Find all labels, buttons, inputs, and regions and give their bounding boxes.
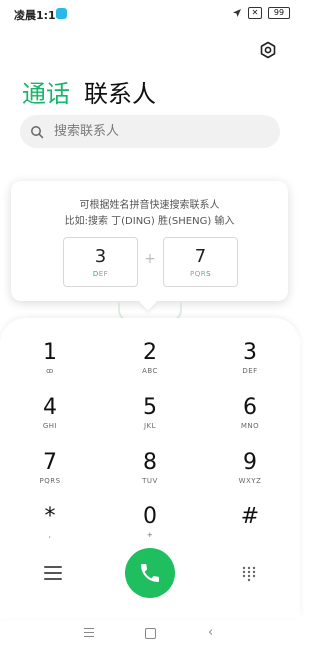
status-bar: 凌晨1:14 ✕ 99 (0, 0, 300, 28)
dialpad-icon[interactable] (241, 566, 257, 582)
dial-key-letters: DEF (242, 367, 258, 375)
system-nav-bar: ‹ (0, 620, 300, 650)
dial-key-star[interactable]: * , (20, 504, 80, 550)
search-bar[interactable] (20, 115, 280, 148)
recents-icon[interactable] (84, 628, 94, 638)
phone-icon (141, 564, 159, 582)
voicemail-icon: ꝏ (46, 367, 54, 375)
dial-key-digit: 3 (243, 340, 257, 365)
dial-key-letters: TUV (142, 477, 158, 485)
dial-key-digit: 1 (43, 340, 57, 365)
dial-key-1[interactable]: 1 ꝏ (20, 340, 80, 386)
home-icon[interactable] (145, 628, 156, 639)
search-input[interactable] (52, 123, 266, 140)
dial-key-digit: # (240, 504, 260, 529)
call-button[interactable] (125, 548, 175, 598)
search-icon (31, 125, 44, 138)
dial-key-2[interactable]: 2 ABC (120, 340, 180, 386)
dial-key-digit: 6 (243, 395, 257, 420)
dial-key-digit: * (44, 504, 56, 529)
hint-key-example-1: 3 DEF (63, 237, 138, 287)
dial-key-letters: JKL (143, 422, 157, 430)
tab-calls[interactable]: 通话 (22, 74, 70, 109)
hint-key-letters: PQRS (189, 270, 212, 278)
hint-text-line2: 比如:搜索 丁(DING) 胜(SHENG) 输入 (64, 216, 235, 227)
hint-key-digit: 7 (194, 246, 207, 267)
dial-key-letters: PQRS (39, 477, 61, 485)
menu-icon[interactable] (44, 566, 62, 580)
dial-key-letters: , (48, 531, 52, 539)
status-right: ✕ 99 (232, 7, 290, 19)
dial-key-digit: 4 (43, 395, 57, 420)
dial-key-digit: 5 (143, 395, 157, 420)
dial-key-letters: WXYZ (238, 477, 262, 485)
dial-key-8[interactable]: 8 TUV (120, 450, 180, 496)
dial-key-6[interactable]: 6 MNO (220, 395, 280, 441)
back-icon[interactable]: ‹ (208, 625, 213, 640)
dial-key-letters: ABC (142, 367, 158, 375)
hint-plus: + (144, 251, 156, 267)
tab-bar: 通话 联系人 (22, 74, 156, 109)
tab-contacts[interactable]: 联系人 (84, 74, 156, 109)
pinyin-hint-card: 可根据姓名拼音快速搜索联系人 比如:搜索 丁(DING) 胜(SHENG) 输入… (11, 181, 288, 301)
dial-key-9[interactable]: 9 WXYZ (220, 450, 280, 496)
dial-key-letters: GHI (42, 422, 58, 430)
battery-icon: 99 (268, 7, 290, 19)
dial-key-digit: 0 (143, 504, 157, 529)
dial-key-7[interactable]: 7 PQRS (20, 450, 80, 496)
dial-key-5[interactable]: 5 JKL (120, 395, 180, 441)
location-arrow-icon (233, 9, 241, 17)
dial-key-hash[interactable]: # (220, 504, 280, 550)
dial-key-digit: 2 (143, 340, 157, 365)
dial-key-letters: MNO (240, 422, 260, 430)
dial-key-digit: 8 (143, 450, 157, 475)
dial-key-0[interactable]: 0 + (120, 504, 180, 550)
dial-key-4[interactable]: 4 GHI (20, 395, 80, 441)
dial-key-letters: + (146, 531, 154, 539)
hint-key-letters: DEF (92, 270, 109, 278)
hint-key-example-2: 7 PQRS (163, 237, 238, 287)
gear-icon[interactable] (258, 40, 278, 60)
dial-key-digit: 9 (243, 450, 257, 475)
hint-text-line1: 可根据姓名拼音快速搜索联系人 (79, 200, 220, 211)
hint-key-digit: 3 (94, 246, 107, 267)
app-notification-icon (56, 8, 67, 19)
dial-key-digit: 7 (43, 450, 57, 475)
sim-icon: ✕ (248, 7, 262, 19)
dial-key-3[interactable]: 3 DEF (220, 340, 280, 386)
